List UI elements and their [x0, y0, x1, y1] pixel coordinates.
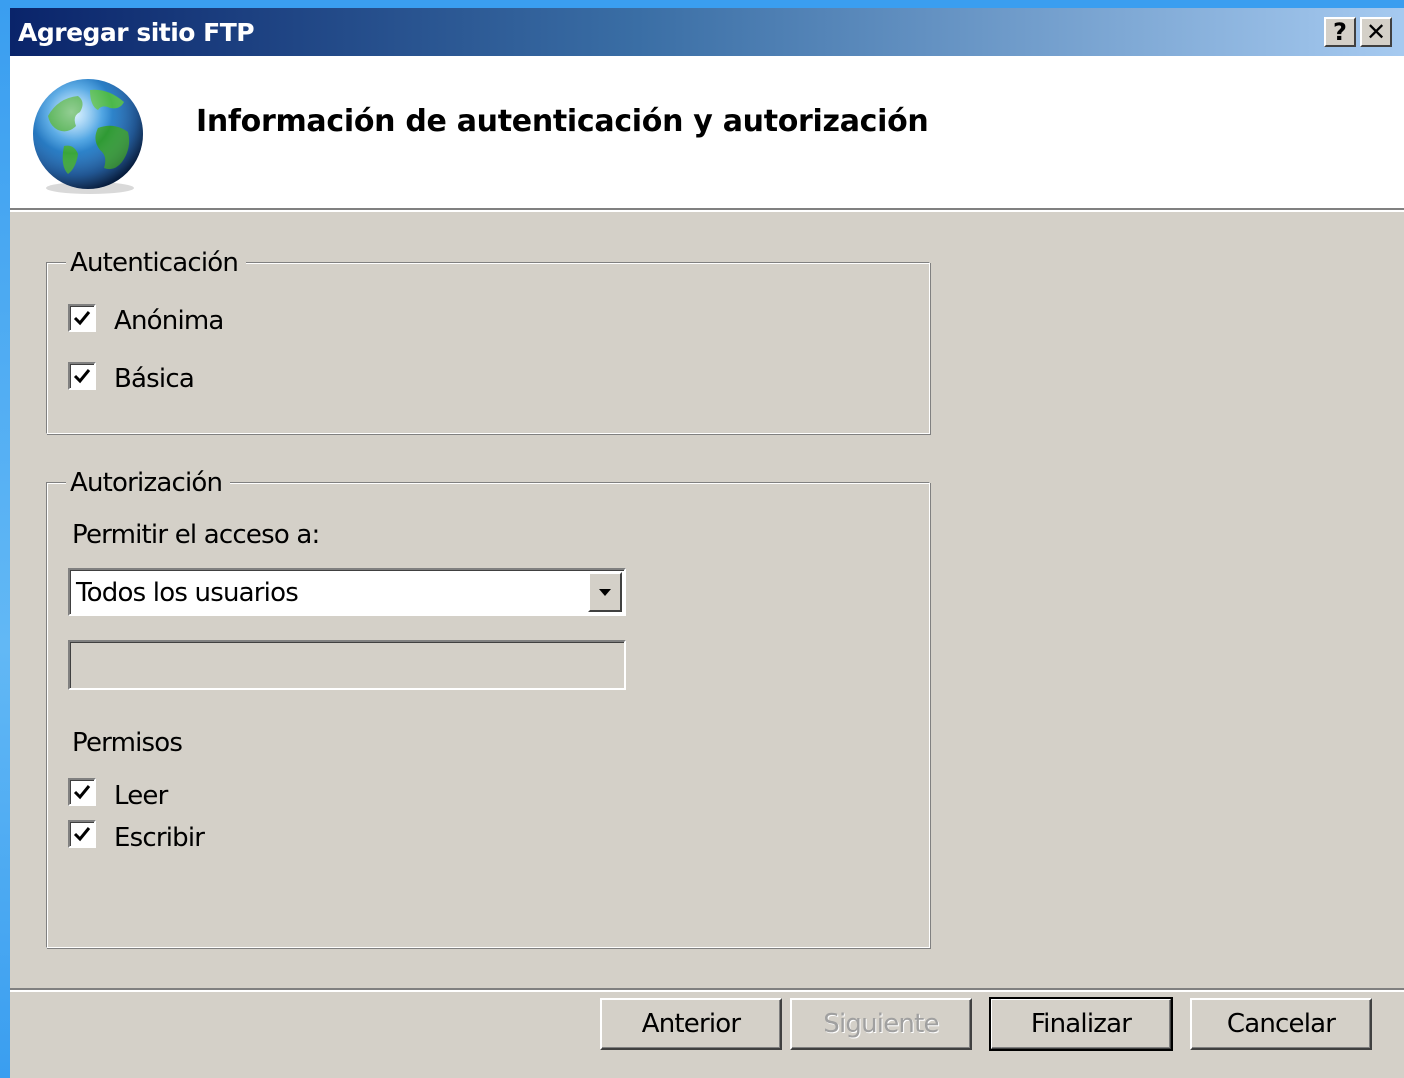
authorization-group: [46, 482, 930, 948]
close-button[interactable]: ✕: [1360, 17, 1392, 47]
write-label[interactable]: Escribir: [114, 823, 205, 853]
read-checkbox[interactable]: [68, 778, 96, 806]
wizard-header: Información de autenticación y autorizac…: [10, 56, 1404, 212]
footer-separator: [10, 988, 1404, 992]
finish-button[interactable]: Finalizar: [989, 997, 1173, 1051]
globe-icon: [28, 76, 148, 196]
basic-checkbox[interactable]: [68, 362, 96, 390]
users-input-disabled: [68, 640, 626, 690]
dropdown-button[interactable]: [588, 572, 622, 612]
allow-access-select[interactable]: Todos los usuarios: [68, 568, 626, 616]
previous-button[interactable]: Anterior: [600, 998, 782, 1050]
anonymous-label[interactable]: Anónima: [114, 306, 224, 336]
authentication-group: [46, 262, 930, 434]
allow-access-label: Permitir el acceso a:: [72, 520, 320, 550]
basic-label[interactable]: Básica: [114, 364, 195, 394]
next-button[interactable]: Siguiente: [790, 998, 972, 1050]
allow-access-value: Todos los usuarios: [76, 578, 299, 608]
permissions-label: Permisos: [72, 728, 183, 758]
title-bar: Agregar sitio FTP ? ✕: [10, 8, 1404, 56]
authentication-legend: Autenticación: [66, 248, 247, 278]
write-checkbox[interactable]: [68, 820, 96, 848]
chevron-down-icon: [599, 589, 611, 596]
page-title: Información de autenticación y autorizac…: [196, 104, 929, 139]
add-ftp-site-dialog: Agregar sitio FTP ? ✕ Información de aut…: [10, 8, 1404, 1078]
anonymous-checkbox[interactable]: [68, 304, 96, 332]
authorization-legend: Autorización: [66, 468, 231, 498]
window-title: Agregar sitio FTP: [18, 18, 255, 47]
read-label[interactable]: Leer: [114, 781, 168, 811]
help-button[interactable]: ?: [1324, 17, 1356, 47]
cancel-button[interactable]: Cancelar: [1190, 998, 1372, 1050]
